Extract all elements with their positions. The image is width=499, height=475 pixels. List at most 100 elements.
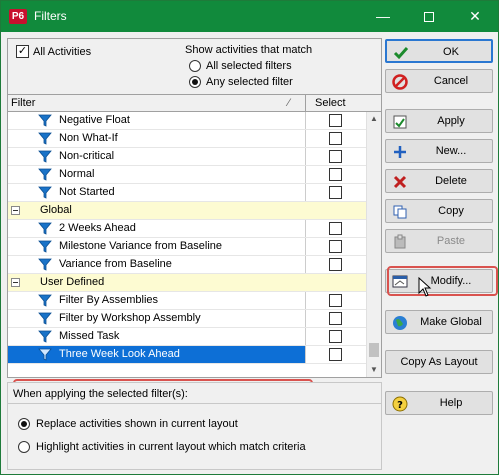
funnel-icon [38,240,52,253]
group-cell: Global [8,202,306,219]
replace-activities-radio[interactable] [18,418,30,430]
action-buttons: OK Cancel Apply New... Delete Copy Paste [385,38,498,470]
delete-button[interactable]: Delete [385,169,493,193]
filter-name: Non-critical [59,150,115,162]
apply-label: Apply [437,115,465,127]
filter-name: Normal [59,168,95,180]
filter-name-cell[interactable]: Normal [8,166,306,183]
filter-row[interactable]: Milestone Variance from Baseline [8,238,366,256]
filters-dialog: P6 Filters — ✕ ✓ All Activities Show act… [0,0,499,475]
collapse-toggle-icon[interactable] [11,206,20,215]
ok-label: OK [443,46,459,58]
delete-label: Delete [435,175,467,187]
collapse-toggle-icon[interactable] [11,278,20,287]
group-row[interactable]: User Defined [8,274,366,292]
filter-row[interactable]: Non-critical [8,148,366,166]
copy-as-layout-button[interactable]: Copy As Layout [385,350,493,374]
select-checkbox[interactable] [329,186,342,199]
filter-name-cell[interactable]: 2 Weeks Ahead [8,220,306,237]
filter-name-cell[interactable]: Three Week Look Ahead [8,346,306,363]
filter-row[interactable]: Variance from Baseline [8,256,366,274]
new-button[interactable]: New... [385,139,493,163]
minimize-button[interactable]: — [360,1,406,32]
cancel-button[interactable]: Cancel [385,69,493,93]
apply-button[interactable]: Apply [385,109,493,133]
filter-name-cell[interactable]: Milestone Variance from Baseline [8,238,306,255]
all-activities-checkbox[interactable]: ✓ [16,45,29,58]
select-checkbox[interactable] [329,114,342,127]
maximize-button[interactable] [406,1,452,32]
grid-header: Filter ⁄ Select [8,94,381,112]
ok-button[interactable]: OK [385,39,493,63]
highlight-activities-radio[interactable] [18,441,30,453]
group-cell: User Defined [8,274,306,291]
funnel-icon [38,132,52,145]
funnel-icon [38,294,52,307]
filter-name-cell[interactable]: Filter By Assemblies [8,292,306,309]
select-checkbox[interactable] [329,294,342,307]
select-checkbox[interactable] [329,168,342,181]
apply-options-panel: When applying the selected filter(s): Re… [7,382,382,470]
filter-row[interactable]: Not Started [8,184,366,202]
filter-name-cell[interactable]: Non-critical [8,148,306,165]
scroll-thumb[interactable] [369,343,379,357]
select-checkbox[interactable] [329,348,342,361]
column-divider[interactable] [305,95,306,111]
make-global-label: Make Global [420,316,482,328]
new-label: New... [435,145,467,157]
filter-row[interactable]: Filter by Workshop Assembly [8,310,366,328]
paste-icon [394,234,406,249]
filter-name-cell[interactable]: Filter by Workshop Assembly [8,310,306,327]
filter-column-header[interactable]: Filter [11,97,35,109]
cancel-label: Cancel [433,75,469,87]
filter-name: Filter By Assemblies [59,294,159,306]
funnel-icon [38,312,52,325]
select-checkbox[interactable] [329,258,342,271]
filter-row[interactable]: Non What-If [8,130,366,148]
filter-name-cell[interactable]: Not Started [8,184,306,201]
filter-name-cell[interactable]: Non What-If [8,130,306,147]
filter-name: Missed Task [59,330,120,342]
select-checkbox[interactable] [329,240,342,253]
group-row[interactable]: Global [8,202,366,220]
filter-options: ✓ All Activities Show activities that ma… [8,39,381,94]
any-selected-radio[interactable] [189,76,201,88]
filter-row[interactable]: Three Week Look Ahead [8,346,366,364]
show-match-label: Show activities that match [185,44,313,56]
filter-panel: ✓ All Activities Show activities that ma… [7,38,382,405]
close-button[interactable]: ✕ [452,1,498,32]
filter-row[interactable]: Missed Task [8,328,366,346]
all-selected-radio[interactable] [189,60,201,72]
filter-list: Negative Float Non What-If Non-critical Nor… [8,112,366,377]
filter-row[interactable]: Filter By Assemblies [8,292,366,310]
divider [8,403,381,404]
select-checkbox[interactable] [329,222,342,235]
funnel-icon [38,348,52,361]
filter-name: Non What-If [59,132,118,144]
filter-name-cell[interactable]: Variance from Baseline [8,256,306,273]
select-checkbox[interactable] [329,150,342,163]
replace-activities-label: Replace activities shown in current layo… [36,418,238,430]
filter-row[interactable]: Normal [8,166,366,184]
filter-name-cell[interactable]: Negative Float [8,112,306,129]
help-button[interactable]: ? Help [385,391,493,415]
select-column-header[interactable]: Select [315,97,346,109]
select-checkbox[interactable] [329,312,342,325]
scroll-down-arrow-icon[interactable]: ▼ [370,365,378,374]
filter-name: Three Week Look Ahead [59,348,180,360]
filter-name: Negative Float [59,114,130,126]
filter-row[interactable]: 2 Weeks Ahead [8,220,366,238]
copy-icon [393,205,407,219]
vertical-scrollbar[interactable]: ▲ ▼ [366,112,381,377]
copy-button[interactable]: Copy [385,199,493,223]
make-global-button[interactable]: Make Global [385,310,493,334]
select-checkbox[interactable] [329,330,342,343]
filter-row[interactable]: Negative Float [8,112,366,130]
select-checkbox[interactable] [329,132,342,145]
filter-name-cell[interactable]: Missed Task [8,328,306,345]
maximize-icon [424,12,434,23]
funnel-icon [38,330,52,343]
paste-button[interactable]: Paste [385,229,493,253]
globe-icon [393,316,407,330]
scroll-up-arrow-icon[interactable]: ▲ [370,114,378,123]
